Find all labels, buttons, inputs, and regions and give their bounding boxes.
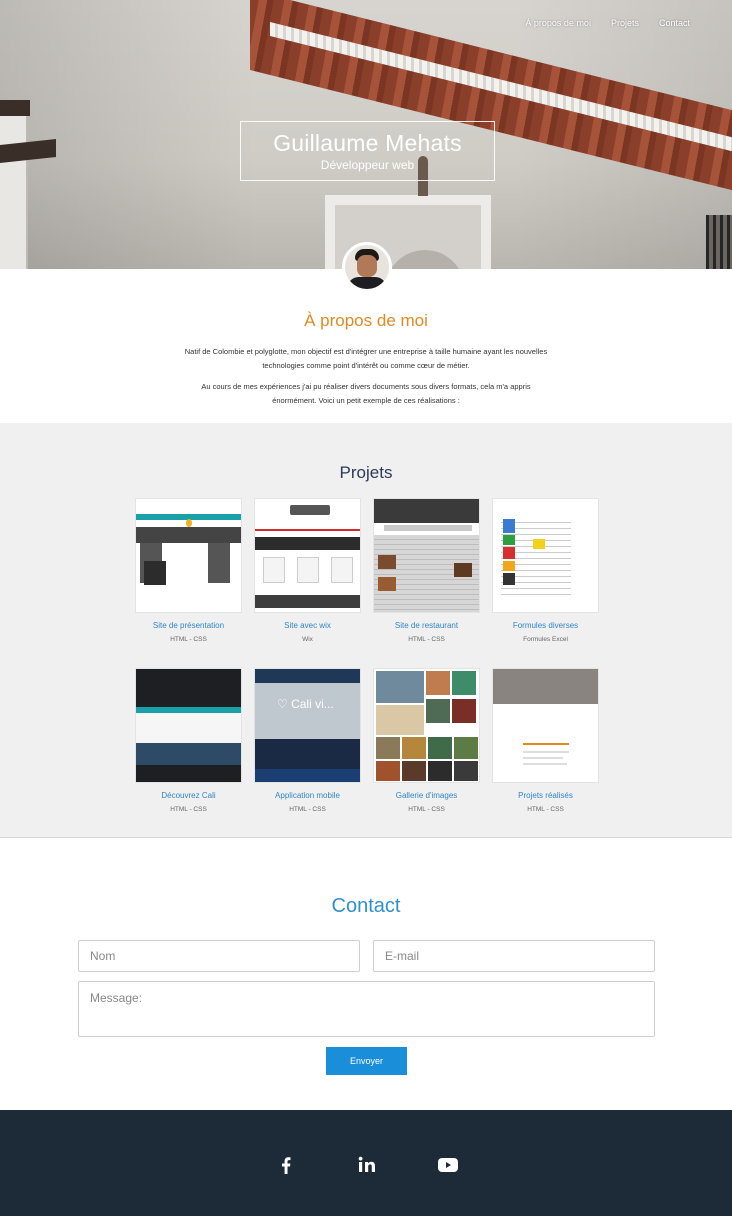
projects-section: Projets Site de présentation HTML - CSS — [0, 423, 732, 838]
project-name[interactable]: Site avec wix — [254, 621, 361, 630]
about-section: À propos de moi Natif de Colombie et pol… — [0, 269, 732, 423]
youtube-icon[interactable] — [436, 1153, 460, 1177]
project-name[interactable]: Site de restaurant — [373, 621, 480, 630]
project-thumbnail[interactable] — [492, 498, 599, 613]
project-name[interactable]: Découvrez Cali — [135, 791, 242, 800]
about-title: À propos de moi — [304, 311, 428, 330]
project-name[interactable]: Projets réalisés — [492, 791, 599, 800]
contact-title: Contact — [331, 895, 401, 917]
project-name[interactable]: Gallerie d'images — [373, 791, 480, 800]
name-field[interactable] — [78, 940, 360, 972]
project-tech: Wix — [302, 636, 313, 643]
project-tech: HTML - CSS — [408, 806, 445, 813]
projects-title: Projets — [339, 463, 393, 482]
hero-subtitle: Développeur web — [320, 158, 415, 172]
project-card[interactable]: Gallerie d'images HTML - CSS — [373, 668, 480, 813]
about-paragraph-1: Natif de Colombie et polyglotte, mon obj… — [184, 347, 548, 370]
project-card[interactable]: ♡ Cali vi... Application mobile HTML - C… — [254, 668, 361, 813]
project-name[interactable]: Application mobile — [254, 791, 361, 800]
project-card[interactable]: Projets réalisés HTML - CSS — [492, 668, 599, 813]
project-thumbnail[interactable] — [135, 498, 242, 613]
project-card[interactable]: Site de présentation HTML - CSS — [135, 498, 242, 643]
avatar — [342, 242, 392, 292]
project-thumbnail[interactable] — [492, 668, 599, 783]
contact-section: Contact Envoyer — [0, 838, 732, 1110]
project-tech: HTML - CSS — [170, 806, 207, 813]
email-field[interactable] — [373, 940, 655, 972]
project-tech: HTML - CSS — [289, 806, 326, 813]
project-thumbnail[interactable]: ♡ Cali vi... — [254, 668, 361, 783]
facebook-icon[interactable] — [274, 1153, 298, 1177]
project-thumbnail[interactable] — [135, 668, 242, 783]
project-name[interactable]: Site de présentation — [135, 621, 242, 630]
project-tech: Formules Excel — [523, 636, 568, 643]
project-thumbnail[interactable] — [254, 498, 361, 613]
nav-link-about[interactable]: À propos de moi — [525, 18, 591, 28]
project-card[interactable]: Formules diverses Formules Excel — [492, 498, 599, 643]
footer — [0, 1110, 732, 1216]
project-card[interactable]: Site de restaurant HTML - CSS — [373, 498, 480, 643]
project-name[interactable]: Formules diverses — [492, 621, 599, 630]
send-button[interactable]: Envoyer — [326, 1047, 407, 1075]
project-card[interactable]: Site avec wix Wix — [254, 498, 361, 643]
message-field[interactable] — [78, 981, 655, 1037]
hero-title-box: Guillaume Mehats Développeur web — [240, 121, 495, 181]
project-tech: HTML - CSS — [527, 806, 564, 813]
top-nav: À propos de moi Projets Contact — [525, 18, 732, 28]
project-thumbnail[interactable] — [373, 498, 480, 613]
nav-link-contact[interactable]: Contact — [659, 18, 690, 28]
project-tech: HTML - CSS — [408, 636, 445, 643]
project-thumbnail[interactable] — [373, 668, 480, 783]
about-paragraph-2: Au cours de mes expériences j'ai pu réal… — [201, 382, 531, 405]
linkedin-icon[interactable] — [355, 1153, 379, 1177]
project-tech: HTML - CSS — [170, 636, 207, 643]
nav-link-projects[interactable]: Projets — [611, 18, 639, 28]
project-card[interactable]: Découvrez Cali HTML - CSS — [135, 668, 242, 813]
hero-banner: À propos de moi Projets Contact Guillaum… — [0, 0, 732, 269]
hero-name: Guillaume Mehats — [273, 130, 462, 156]
